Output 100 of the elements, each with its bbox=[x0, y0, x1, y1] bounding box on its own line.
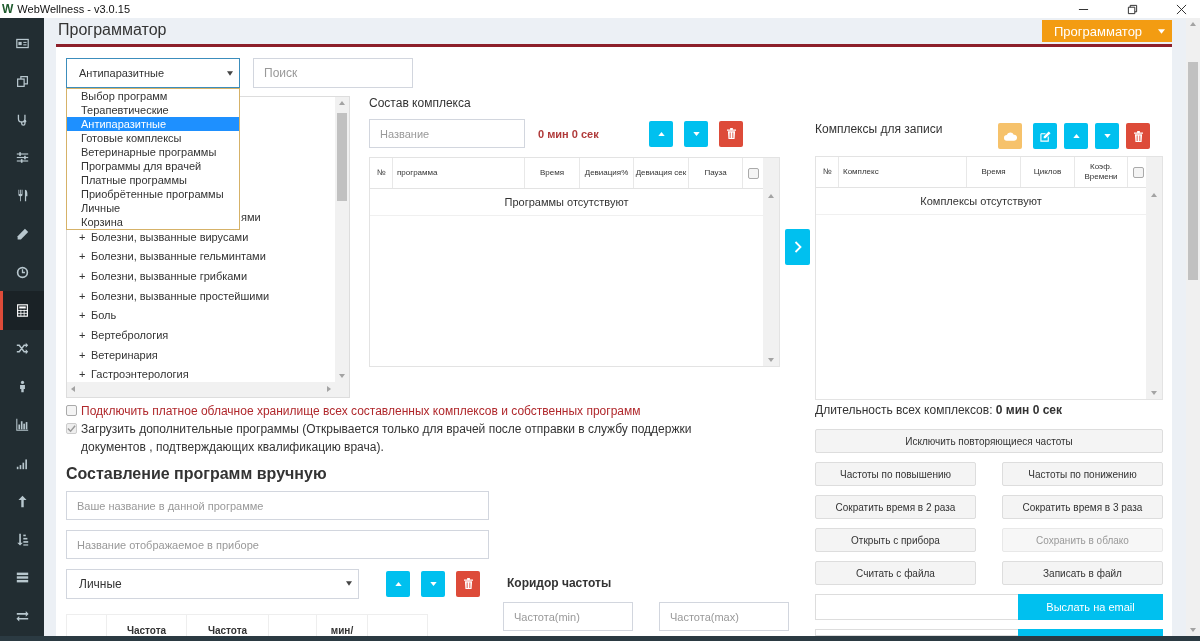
column-header: Девиация сек bbox=[634, 158, 689, 188]
scrollbar[interactable] bbox=[1146, 157, 1162, 399]
edit-icon bbox=[1039, 130, 1051, 142]
action-button[interactable]: Частоты по понижению bbox=[1002, 462, 1163, 486]
cutlery-icon bbox=[15, 189, 29, 203]
chevron-right-icon bbox=[793, 241, 802, 253]
action-button[interactable]: Частоты по повышению bbox=[815, 462, 976, 486]
move-up-button[interactable] bbox=[386, 570, 410, 597]
sidebar-item[interactable] bbox=[0, 291, 44, 330]
tree-item[interactable]: Ветеринария bbox=[91, 348, 158, 361]
list-icon bbox=[15, 571, 29, 585]
dropdown-option[interactable]: Приобрётенные программы bbox=[67, 187, 239, 201]
caret-up-icon bbox=[394, 581, 402, 586]
expand-toggle[interactable]: + bbox=[79, 289, 91, 302]
scrollbar[interactable] bbox=[763, 158, 779, 366]
tree-item[interactable]: Гастроэнтерология bbox=[91, 368, 189, 381]
action-button[interactable]: Записать в файл bbox=[1002, 561, 1163, 585]
dropdown-option[interactable]: Программы для врачей bbox=[67, 159, 239, 173]
duration-text: 0 мин 0 сек bbox=[538, 127, 600, 140]
category-select[interactable]: Личные bbox=[66, 568, 359, 599]
action-button[interactable]: Сократить время в 3 раза bbox=[1002, 495, 1163, 519]
option-label: Загрузить дополнительные программы (Открывается только для врачей после отправки в службу поддержки документов , подтверждающих квалификацию врача). bbox=[81, 421, 693, 456]
pencil-icon bbox=[15, 227, 29, 241]
expand-toggle[interactable]: + bbox=[79, 328, 91, 341]
restore-icon[interactable] bbox=[1127, 3, 1138, 15]
scrollbar[interactable] bbox=[67, 382, 349, 397]
expand-toggle[interactable]: + bbox=[79, 250, 91, 263]
min-frequency-field[interactable]: Частота(min) bbox=[503, 602, 633, 631]
tree-item[interactable]: Болезни, вызванные вирусами bbox=[91, 230, 249, 243]
tree-item[interactable]: ями bbox=[241, 210, 261, 223]
checkbox[interactable] bbox=[66, 405, 77, 416]
caret-icon bbox=[227, 70, 233, 76]
program-name-field[interactable]: Ваше название в данной программе bbox=[66, 491, 489, 520]
max-frequency-field[interactable]: Частота(max) bbox=[659, 602, 789, 631]
empty-message: Программы отсутствуют bbox=[370, 189, 763, 216]
dropdown-option[interactable]: Ветеринарные программы bbox=[67, 145, 239, 159]
id-card-icon bbox=[15, 36, 29, 50]
close-icon[interactable] bbox=[1176, 3, 1187, 15]
total-duration-text: Длительность всех комплексов: 0 мин 0 сек bbox=[815, 403, 1064, 419]
edit-button[interactable] bbox=[1033, 123, 1057, 149]
column-header: Время bbox=[967, 157, 1021, 187]
section-title: Комплексы для записи bbox=[815, 122, 944, 138]
dropdown-option[interactable]: Готовые комплексы bbox=[67, 131, 239, 145]
action-button[interactable]: Сократить время в 2 раза bbox=[815, 495, 976, 519]
column-header: программа bbox=[393, 158, 525, 188]
tree-item[interactable]: Болезни, вызванные грибками bbox=[91, 269, 248, 282]
dropdown-option[interactable]: Корзина bbox=[67, 215, 239, 229]
dropdown-option[interactable]: Личные bbox=[67, 201, 239, 215]
expand-toggle[interactable]: + bbox=[79, 348, 91, 361]
tree-item[interactable]: Болезни, вызванные простейшими bbox=[91, 289, 270, 302]
dropdown-option[interactable]: Платные программы bbox=[67, 173, 239, 187]
stethoscope-icon bbox=[15, 112, 29, 126]
caret-up-icon bbox=[657, 131, 665, 136]
caret-down-icon bbox=[429, 581, 437, 586]
section-title: Состав комплекса bbox=[369, 96, 472, 112]
caret-icon bbox=[1158, 28, 1165, 34]
column-header: Коэф. Времени bbox=[1075, 157, 1128, 187]
transfer-button[interactable] bbox=[785, 229, 810, 265]
expand-toggle[interactable]: + bbox=[79, 230, 91, 243]
delete-button[interactable] bbox=[1126, 123, 1150, 149]
caret-icon bbox=[346, 581, 352, 586]
action-button[interactable]: Считать с файла bbox=[815, 561, 976, 585]
delete-button[interactable] bbox=[719, 120, 743, 147]
expand-toggle[interactable]: + bbox=[79, 368, 91, 381]
trash-icon bbox=[1133, 130, 1143, 142]
move-up-button[interactable] bbox=[649, 120, 673, 147]
input-field[interactable] bbox=[815, 629, 1018, 636]
expand-toggle[interactable]: + bbox=[79, 269, 91, 282]
device-name-field[interactable]: Название отображаемое в приборе bbox=[66, 530, 489, 559]
column-header: № bbox=[816, 157, 839, 187]
tree-item[interactable]: Болезни, вызванные гельминтами bbox=[91, 250, 266, 263]
dropdown-option[interactable]: Терапевтические bbox=[67, 103, 239, 117]
scrollbar[interactable] bbox=[335, 97, 349, 382]
trash-icon bbox=[463, 578, 473, 589]
caret-down-icon bbox=[692, 131, 700, 136]
cloud-icon bbox=[1003, 131, 1017, 141]
select-all-checkbox[interactable] bbox=[1132, 166, 1144, 178]
column-header: Циклов bbox=[1021, 157, 1075, 187]
column-header: Комплекс bbox=[839, 157, 967, 187]
action-button[interactable]: Открыть с прибора bbox=[815, 528, 976, 552]
empty-message: Комплексы отсутствуют bbox=[816, 188, 1146, 215]
copy-icon bbox=[15, 74, 29, 88]
section-heading: Составление программ вручную bbox=[66, 465, 328, 484]
expand-toggle[interactable]: + bbox=[79, 309, 91, 322]
action-button[interactable]: Исключить повторяющиеся частоты bbox=[815, 429, 1163, 453]
tree-item[interactable]: Боль bbox=[91, 309, 117, 322]
search-field[interactable]: Поиск bbox=[253, 58, 413, 88]
swap-icon bbox=[15, 609, 29, 623]
category-select[interactable]: Антипаразитные bbox=[66, 58, 240, 88]
calculator-icon bbox=[15, 303, 29, 317]
select-all-checkbox[interactable] bbox=[748, 167, 759, 179]
name-field[interactable]: Название bbox=[369, 119, 525, 148]
move-down-button[interactable] bbox=[684, 120, 708, 147]
move-down-button[interactable] bbox=[421, 570, 445, 597]
email-field[interactable] bbox=[815, 594, 1018, 620]
scrollbar[interactable] bbox=[1186, 18, 1200, 636]
delete-button[interactable] bbox=[456, 570, 480, 597]
tree-item[interactable]: Вертебрология bbox=[91, 328, 169, 341]
shuffle-icon bbox=[15, 342, 29, 356]
dropdown-option[interactable]: Выбор программ bbox=[67, 89, 239, 103]
